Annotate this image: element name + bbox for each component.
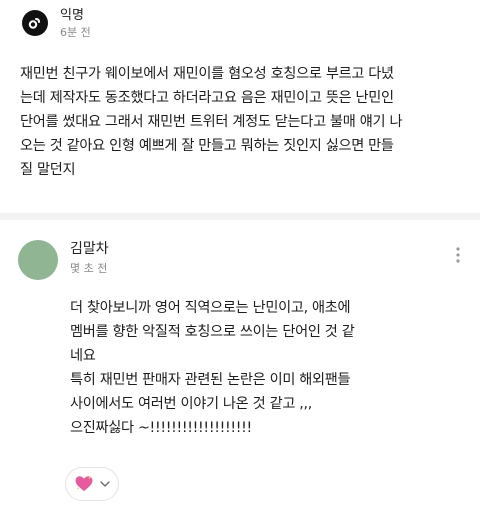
comment: 김말차 몇 초 전 더 찾아보니까 영어 직역으로는 난민이고, 애초에 멤버를… xyxy=(0,220,480,516)
post: 익명 6분 전 재민번 친구가 웨이보에서 재민이를 혐오성 호칭으로 부르고 … xyxy=(0,0,480,212)
comment-author[interactable]: 김말차 xyxy=(70,240,109,258)
anonymous-logo-icon xyxy=(22,10,48,36)
post-body-line: 는데 제작자도 동조했다고 하더라고요 음은 재민이고 뜻은 난민인 xyxy=(20,90,394,106)
avatar[interactable] xyxy=(18,240,58,280)
comment-body: 더 찾아보니까 영어 직역으로는 난민이고, 애초에 멤버를 향한 악질적 호칭… xyxy=(70,296,466,440)
sparkling-heart-icon xyxy=(74,475,94,493)
comment-body-line: 멤버를 향한 악질적 호칭으로 쓰이는 단어인 것 같 xyxy=(70,324,355,340)
more-options-button[interactable] xyxy=(448,242,468,268)
comment-body-line: 더 찾아보니까 영어 직역으로는 난민이고, 애초에 xyxy=(70,300,351,316)
post-body-line: 오는 것 같아요 인형 예쁘게 잘 만들고 뭐하는 짓인지 싫으면 만들 xyxy=(20,138,394,154)
comment-body-line: 사이에서도 여러번 이야기 나온 것 같고 ,,, xyxy=(70,396,312,412)
post-body-line: 단어를 썼대요 그래서 재민번 트위터 계정도 닫는다고 불매 얘기 나 xyxy=(20,114,403,130)
comment-body-line: 으진짜싫다 ~!!!!!!!!!!!!!!!!!!! xyxy=(70,420,252,436)
post-header: 익명 6분 전 xyxy=(22,8,91,40)
post-meta: 익명 6분 전 xyxy=(60,8,91,40)
post-body-line: 재민번 친구가 웨이보에서 재민이를 혐오성 호칭으로 부르고 다녔 xyxy=(20,66,394,82)
post-author: 익명 xyxy=(60,8,84,23)
comment-timestamp: 몇 초 전 xyxy=(70,262,108,275)
reaction-button[interactable] xyxy=(65,467,119,501)
section-divider xyxy=(0,213,480,220)
post-body: 재민번 친구가 웨이보에서 재민이를 혐오성 호칭으로 부르고 다녔 는데 제작… xyxy=(20,62,465,182)
comment-body-line: 네요 xyxy=(70,348,96,364)
more-vertical-icon xyxy=(456,247,460,263)
post-body-line: 질 말던지 xyxy=(20,162,76,178)
chevron-down-icon xyxy=(100,481,110,487)
post-timestamp: 6분 전 xyxy=(60,26,91,39)
comment-body-line: 특히 재민번 판매자 관련된 논란은 이미 해외팬들 xyxy=(70,372,351,388)
